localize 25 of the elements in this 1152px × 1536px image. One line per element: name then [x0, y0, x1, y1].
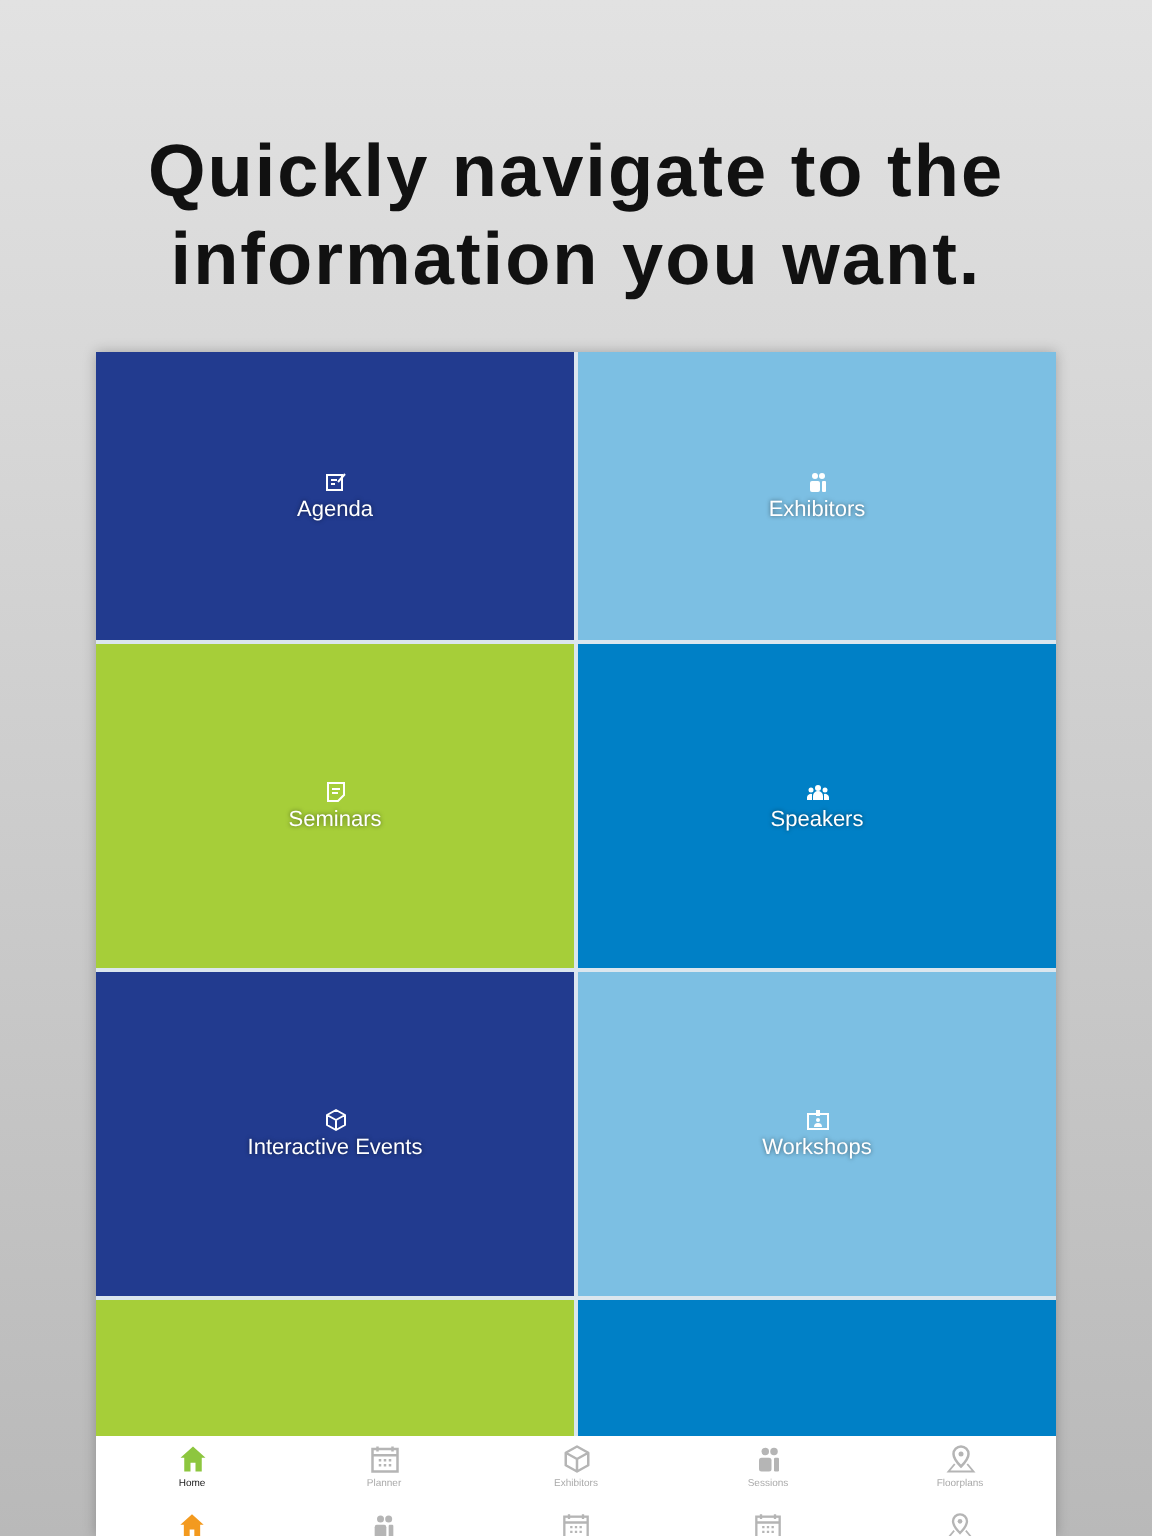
menu-tile[interactable]: Speakers: [578, 644, 1056, 968]
menu-tile[interactable]: [578, 1300, 1056, 1436]
pin-icon: [945, 1444, 975, 1474]
group-icon: [805, 780, 829, 804]
home-icon: [177, 1444, 207, 1474]
note-icon: [323, 780, 347, 804]
people-icon: [753, 1444, 783, 1474]
menu-tile[interactable]: Seminars: [96, 644, 574, 968]
menu-tile[interactable]: [96, 1300, 574, 1436]
calendar-icon: [754, 1512, 782, 1536]
calendar-icon: [562, 1512, 590, 1536]
badge-icon: [805, 1108, 829, 1132]
box-icon: [323, 1108, 347, 1132]
menu-tile[interactable]: Interactive Events: [96, 972, 574, 1296]
people-icon: [370, 1512, 398, 1536]
headline: Quickly navigate to the information you want.: [145, 128, 1007, 304]
home-icon: [178, 1512, 206, 1536]
menu-tile[interactable]: Exhibitors: [578, 352, 1056, 640]
menu-tile[interactable]: Agenda: [96, 352, 574, 640]
notepad-icon: [323, 470, 347, 494]
people-icon: [805, 470, 829, 494]
pin-icon: [946, 1512, 974, 1536]
box-icon: [561, 1444, 591, 1474]
calendar-icon: [369, 1444, 399, 1474]
menu-tile[interactable]: Workshops: [578, 972, 1056, 1296]
